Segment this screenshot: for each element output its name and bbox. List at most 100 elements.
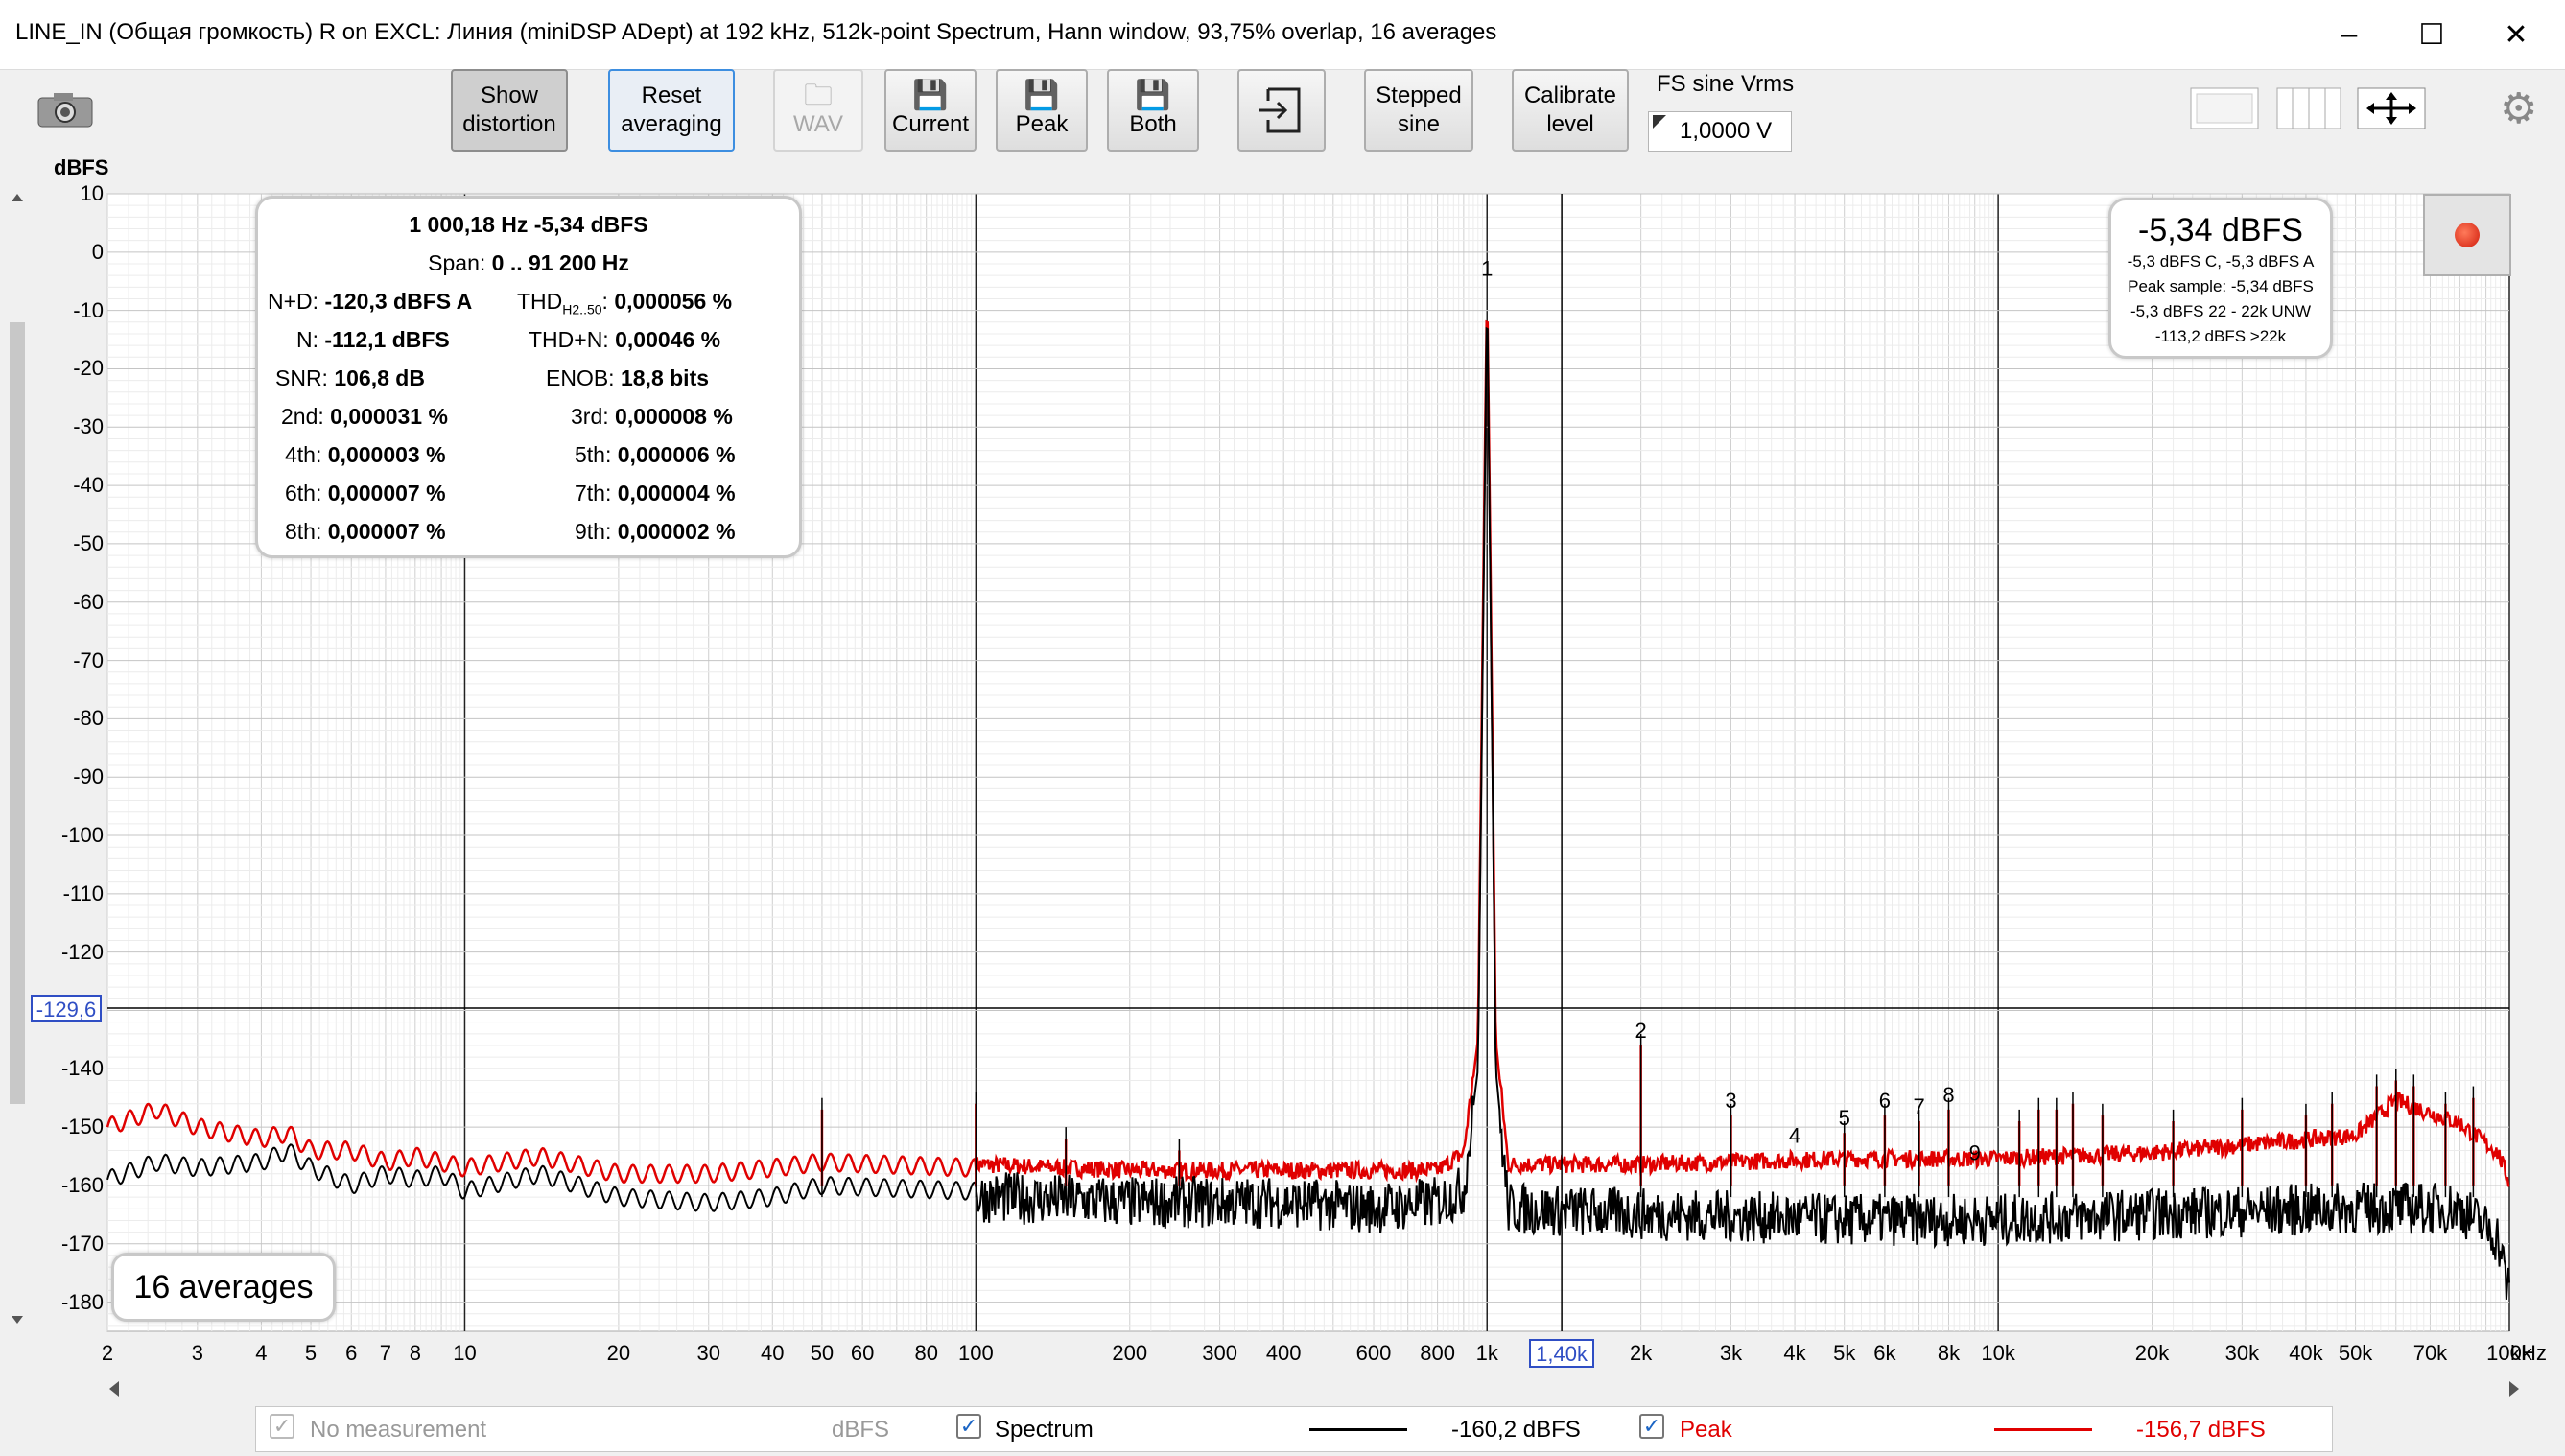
h5-label: 5th: (575, 442, 612, 467)
level-readout-box[interactable]: -5,34 dBFS -5,3 dBFS C, -5,3 dBFS A Peak… (2108, 198, 2333, 359)
h8-row: 8th: 0,000007 % (285, 519, 446, 545)
maximize-button[interactable]: ☐ (2400, 10, 2463, 59)
wav-button[interactable]: 🗀 WAV (773, 69, 863, 152)
expand-arrows-icon[interactable] (2357, 87, 2426, 129)
spectrum-label: Spectrum (995, 1417, 1094, 1443)
nd-row: N+D: -120,3 dBFS A (268, 289, 472, 315)
x-tick-label: 3k (1719, 1341, 1743, 1365)
scroll-right-icon[interactable] (2509, 1381, 2519, 1397)
harmonic-marker-label: 9 (1969, 1141, 1981, 1165)
horizontal-scrollbar[interactable] (106, 1377, 2523, 1400)
harmonic-markers: 1 2 3 4 5 6 7 8 9 (1481, 256, 1981, 1164)
y-tick-label: -30 (73, 414, 104, 439)
nd-value: -120,3 dBFS A (324, 289, 473, 314)
both-label: Both (1129, 111, 1177, 137)
y-tick-label: -110 (62, 881, 104, 905)
fs-sine-input[interactable]: 1,0000 V (1648, 111, 1792, 152)
peak-label: Peak (1680, 1417, 1732, 1443)
h3-label: 3rd: (571, 404, 609, 429)
level-main-value: -5,34 dBFS (2138, 212, 2303, 248)
y-tick-label: -100 (60, 823, 104, 848)
x-tick-label: 800 (1420, 1341, 1455, 1365)
fs-sine-value: 1,0000 V (1680, 118, 1773, 144)
show-distortion-line2: distortion (462, 111, 556, 137)
cursor-x-readout[interactable]: 1,40k (1529, 1339, 1595, 1368)
y-tick-label: -80 (73, 706, 104, 731)
h4-row: 4th: 0,000003 % (285, 442, 446, 468)
reset-averaging-button[interactable]: Reset averaging (608, 69, 735, 152)
thd-colon: : (601, 289, 608, 314)
reset-averaging-line1: Reset (641, 82, 702, 108)
distortion-readout-box[interactable]: 1 000,18 Hz -5,34 dBFS Span: 0 .. 91 200… (255, 196, 802, 558)
thdn-label: THD+N: (529, 327, 609, 352)
x-tick-label: 6k (1873, 1341, 1896, 1365)
x-tick-label: 4 (255, 1341, 268, 1365)
h4-value: 0,000003 % (327, 442, 446, 467)
level-line-3: -5,3 dBFS 22 - 22k UNW (2130, 302, 2311, 320)
x-tick-label: 20 (606, 1341, 631, 1365)
calibrate-level-button[interactable]: Calibrate level (1512, 69, 1629, 152)
peak-checkbox[interactable]: ✓ (1639, 1414, 1664, 1439)
h2-row: 2nd: 0,000031 % (281, 404, 448, 430)
y-tick-label: -90 (73, 764, 104, 789)
x-tick-label: 80 (914, 1341, 938, 1365)
harmonic-marker-label: 5 (1839, 1106, 1850, 1130)
folder-icon: 🗀 (804, 80, 833, 111)
spectrum-checkbox[interactable]: ✓ (956, 1414, 981, 1439)
calibrate-level-line1: Calibrate (1523, 82, 1617, 108)
single-view-icon[interactable] (2190, 87, 2259, 129)
x-tick-label: 400 (1265, 1341, 1302, 1365)
close-button[interactable]: ✕ (2484, 10, 2548, 59)
x-tick-label: 30k (2224, 1341, 2260, 1365)
enob-value: 18,8 bits (620, 365, 710, 390)
save-both-button[interactable]: 💾 Both (1107, 69, 1199, 152)
multi-view-icon[interactable] (2276, 87, 2341, 129)
x-tick-label: 10 (453, 1341, 477, 1365)
y-tick-label: -170 (60, 1231, 104, 1256)
cursor-y-readout[interactable]: -129,6 (31, 995, 102, 1022)
show-distortion-button[interactable]: Show distortion (451, 69, 568, 152)
thd-label: THD (517, 289, 563, 314)
span-label: Span: (428, 250, 486, 275)
no-measurement-checkbox[interactable]: ✓ (270, 1414, 294, 1439)
camera-icon[interactable] (36, 90, 94, 129)
h9-label: 9th: (575, 519, 612, 544)
scroll-left-icon[interactable] (109, 1381, 119, 1397)
view-icons (2190, 87, 2426, 129)
x-tick-label: 50 (810, 1341, 835, 1365)
save-current-button[interactable]: 💾 Current (884, 69, 977, 152)
h8-label: 8th: (285, 519, 322, 544)
gear-icon[interactable]: ⚙ (2500, 84, 2537, 133)
enob-row: ENOB: 18,8 bits (546, 365, 709, 391)
x-tick-label: 1k (1475, 1341, 1498, 1365)
thdn-value: 0,00046 % (615, 327, 721, 352)
x-tick-label: 10k (1981, 1341, 2015, 1365)
n-row: N: -112,1 dBFS (296, 327, 450, 353)
x-tick-label: 60 (850, 1341, 875, 1365)
import-icon (1259, 87, 1301, 133)
save-icon: 💾 (1135, 80, 1171, 111)
y-tick-label: -160 (60, 1172, 104, 1197)
stepped-sine-line2: sine (1397, 111, 1441, 137)
x-tick-label: 40 (761, 1341, 785, 1365)
save-peak-button[interactable]: 💾 Peak (996, 69, 1088, 152)
h9-value: 0,000002 % (617, 519, 736, 544)
harmonic-marker-label: 1 (1481, 256, 1493, 280)
record-button[interactable] (2423, 194, 2511, 276)
vertical-scrollbar[interactable] (8, 188, 27, 1329)
wav-label: WAV (793, 111, 843, 137)
level-line-4: -113,2 dBFS >22k (2154, 327, 2287, 345)
x-tick-label: 2k (1630, 1341, 1653, 1365)
y-tick-label: -10 (73, 297, 104, 322)
x-tick-label: 40k (2289, 1341, 2323, 1365)
y-axis-unit: dBFS (54, 155, 109, 179)
import-button[interactable] (1237, 69, 1326, 152)
y-tick-label: -40 (73, 473, 104, 498)
scroll-arrows (12, 194, 23, 1324)
h7-value: 0,000004 % (617, 481, 736, 505)
minimize-button[interactable]: – (2318, 10, 2381, 59)
dropdown-corner-icon (1653, 115, 1666, 129)
x-tick-label: 7 (379, 1341, 392, 1365)
no-measurement-label: No measurement (310, 1417, 487, 1443)
stepped-sine-button[interactable]: Stepped sine (1364, 69, 1473, 152)
